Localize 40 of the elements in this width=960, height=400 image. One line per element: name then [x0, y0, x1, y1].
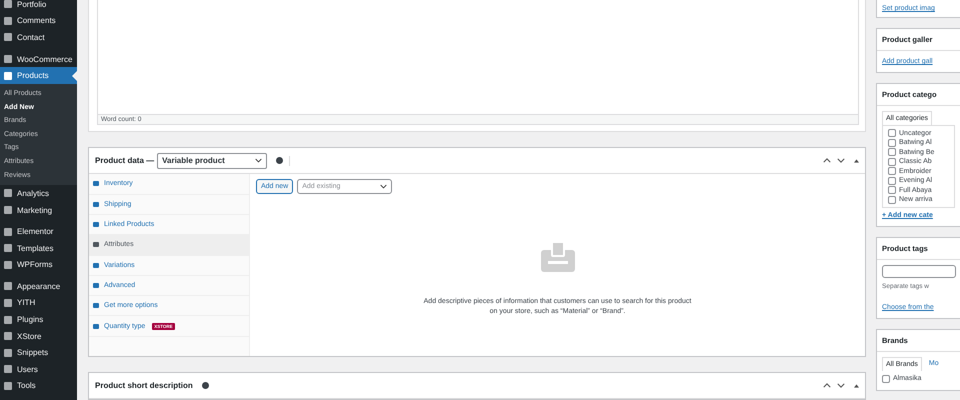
tab-icon [93, 324, 99, 329]
panel-title: Product short description [95, 381, 193, 390]
collapse-icon[interactable] [854, 158, 859, 163]
help-icon[interactable] [202, 382, 209, 389]
sidebar-item[interactable]: Elementor [0, 223, 77, 240]
tab-icon [93, 282, 99, 288]
tab-icon [93, 222, 99, 228]
sidebar-item[interactable]: YITH [0, 294, 77, 312]
sidebar-item[interactable]: WPForms [0, 256, 77, 274]
product-type-select[interactable]: Variable product [157, 152, 268, 169]
tab-icon [93, 202, 99, 207]
move-down-icon[interactable] [837, 383, 845, 388]
sidebar-item[interactable]: Users [0, 361, 77, 378]
sidebar-item[interactable]: Templates [0, 240, 77, 256]
sidebar-item[interactable]: Portfolio [0, 0, 77, 13]
sidebar-item[interactable]: Snippets [0, 344, 77, 362]
tab-icon [93, 262, 99, 268]
sidebar-item[interactable]: Comments [0, 12, 77, 30]
sidebar-item[interactable]: Products [0, 67, 77, 84]
sidebar-item[interactable]: WooCommerce [0, 50, 77, 68]
tab-icon [93, 181, 99, 186]
tab-icon [93, 303, 99, 308]
sidebar-item[interactable]: Analytics [0, 185, 77, 202]
tab-icon [93, 242, 99, 248]
attribute-card-icon [540, 242, 574, 272]
sidebar-item[interactable]: Plugins [0, 311, 77, 328]
caret-icon [255, 158, 262, 164]
tag-input-field[interactable] [882, 264, 956, 278]
panel-title: Product data — [95, 156, 154, 166]
collapse-icon[interactable] [854, 384, 859, 388]
caret-icon [380, 184, 388, 190]
help-icon[interactable] [276, 157, 284, 164]
sidebar-item[interactable]: Tools [0, 378, 77, 394]
move-down-icon[interactable] [837, 158, 845, 164]
sidebar-item[interactable]: Marketing [0, 202, 77, 218]
sidebar-item[interactable]: XStore [0, 328, 77, 344]
move-up-icon[interactable] [823, 383, 831, 388]
sidebar-item[interactable]: Contact [0, 29, 77, 46]
move-up-icon[interactable] [823, 158, 831, 164]
sidebar-item[interactable]: Appearance [0, 278, 77, 295]
